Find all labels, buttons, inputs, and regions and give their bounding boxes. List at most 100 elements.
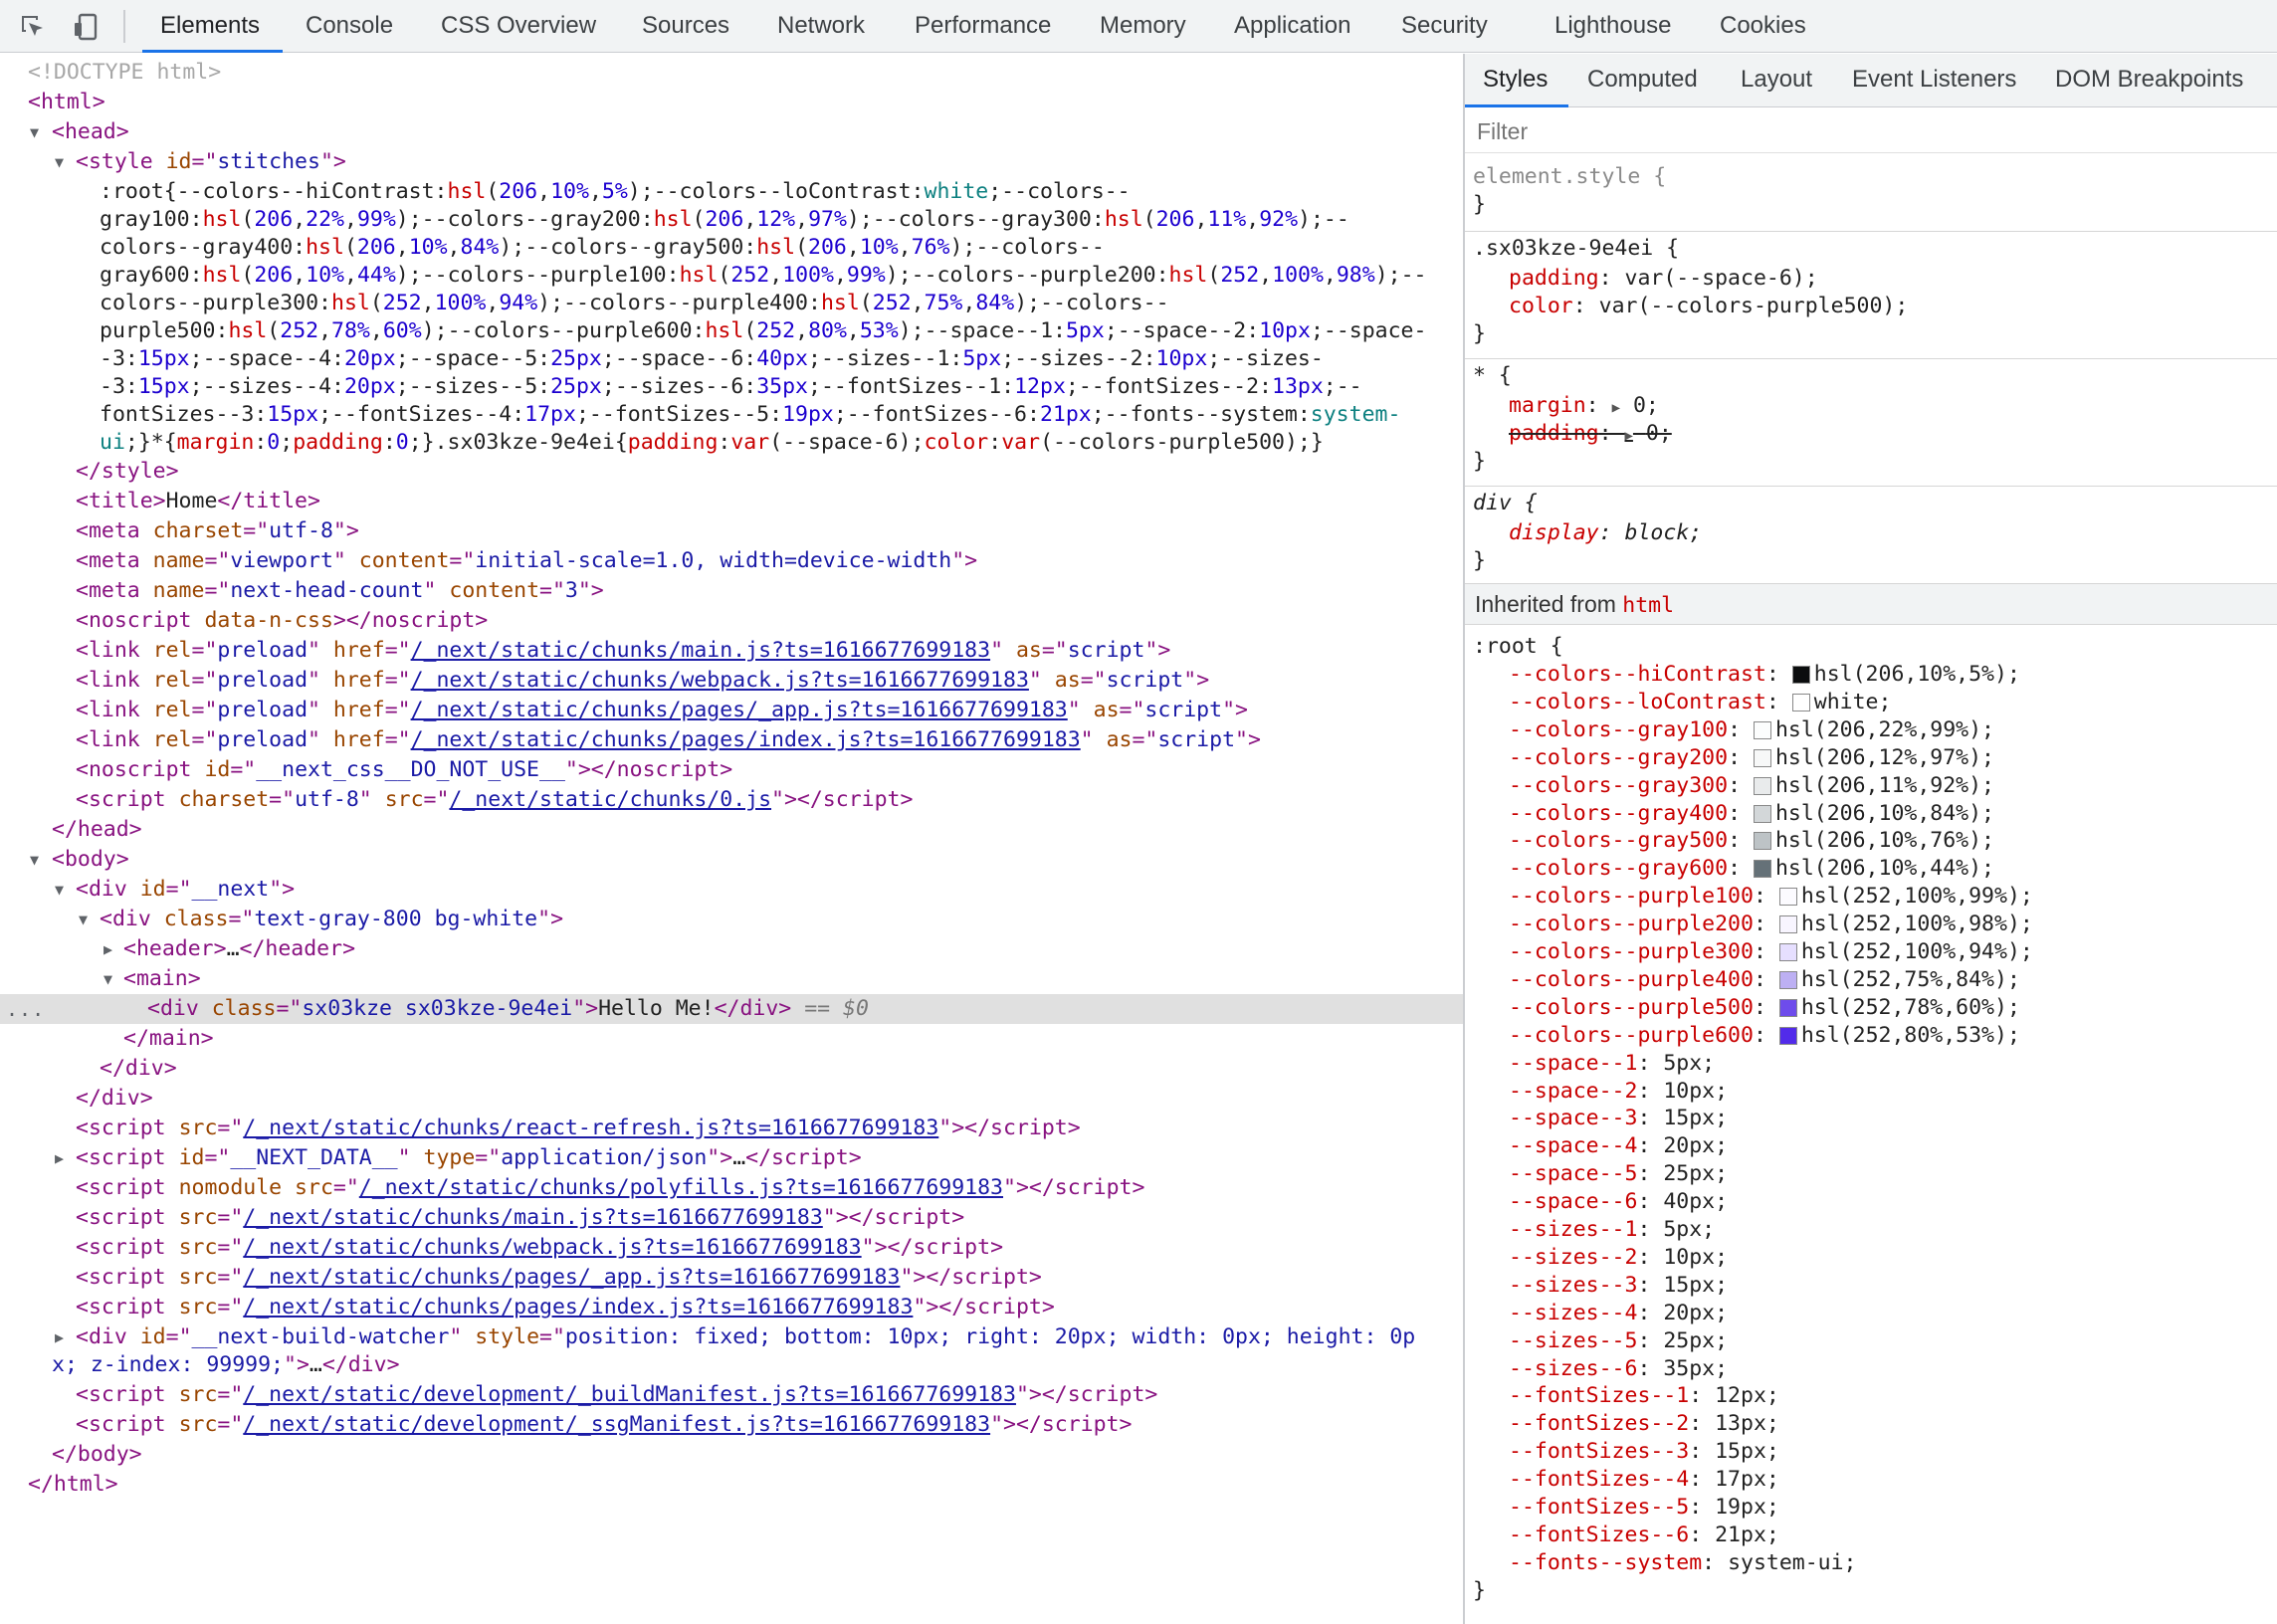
dom-line[interactable]: <link rel="preload" href="/_next/static/… (0, 666, 1463, 696)
css-variable-declaration[interactable]: --fonts--system: system-ui; (1465, 1549, 2277, 1577)
inherited-from-link[interactable]: html (1622, 593, 1674, 618)
dom-line[interactable]: <noscript id="__next_css__DO_NOT_USE__">… (0, 755, 1463, 785)
color-swatch-icon[interactable] (1753, 776, 1771, 795)
more-options-icon[interactable]: ... (6, 994, 45, 1024)
css-variable-declaration[interactable]: --colors--purple200: hsl(252,100%,98%); (1465, 911, 2277, 938)
dom-line[interactable]: <script src="/_next/static/development/_… (0, 1410, 1463, 1440)
dom-line[interactable]: <html> (0, 88, 1463, 117)
inspect-element-icon[interactable] (18, 12, 48, 42)
css-variable-declaration[interactable]: --colors--purple100: hsl(252,100%,99%); (1465, 883, 2277, 911)
link-polyfills-js[interactable]: /_next/static/chunks/polyfills.js?ts=161… (359, 1175, 1003, 1200)
expand-shorthand-icon[interactable]: ▶ (1612, 400, 1620, 416)
expand-shorthand-icon[interactable]: ▶ (1625, 428, 1633, 444)
dom-line[interactable]: <script nomodule src="/_next/static/chun… (0, 1173, 1463, 1203)
link-main-js[interactable]: /_next/static/chunks/main.js?ts=16166776… (411, 638, 990, 663)
tab-cookies[interactable]: Cookies (1720, 0, 1806, 53)
link-index-js-2[interactable]: /_next/static/chunks/pages/index.js?ts=1… (243, 1295, 913, 1320)
link-build-manifest-js[interactable]: /_next/static/development/_buildManifest… (243, 1382, 1016, 1407)
expand-triangle-icon[interactable]: ▼ (30, 845, 39, 875)
css-declaration[interactable]: display: block; (1465, 519, 2277, 547)
css-declaration-overridden[interactable]: padding: ▶ 0; (1465, 420, 2277, 448)
dom-line[interactable]: <script src="/_next/static/chunks/pages/… (0, 1263, 1463, 1293)
tab-lighthouse[interactable]: Lighthouse (1554, 0, 1671, 53)
color-swatch-icon[interactable] (1778, 943, 1797, 961)
dom-line[interactable]: ▼ <div class="text-gray-800 bg-white"> (0, 905, 1463, 934)
dom-line[interactable]: ▼ <body> (0, 845, 1463, 875)
dom-line[interactable]: </head> (0, 815, 1463, 845)
css-variable-declaration[interactable]: --fontSizes--6: 21px; (1465, 1522, 2277, 1549)
collapse-triangle-icon[interactable]: ▶ (104, 934, 112, 964)
expand-triangle-icon[interactable]: ▼ (79, 905, 88, 934)
css-variable-declaration[interactable]: --space--3: 15px; (1465, 1105, 2277, 1132)
css-variable-declaration[interactable]: --fontSizes--3: 15px; (1465, 1438, 2277, 1466)
color-swatch-icon[interactable] (1753, 860, 1771, 879)
css-variable-declaration[interactable]: --colors--gray200: hsl(206,12%,97%); (1465, 744, 2277, 772)
rule-selector[interactable]: div { (1465, 490, 2277, 517)
dom-line[interactable]: ▶ <script id="__NEXT_DATA__" type="appli… (0, 1143, 1463, 1173)
tab-computed[interactable]: Computed (1587, 54, 1698, 107)
css-variable-declaration[interactable]: --sizes--5: 25px; (1465, 1327, 2277, 1355)
dom-line[interactable]: <link rel="preload" href="/_next/static/… (0, 636, 1463, 666)
dom-line[interactable]: </body> (0, 1440, 1463, 1470)
tab-sources[interactable]: Sources (642, 0, 729, 53)
dom-line[interactable]: <link rel="preload" href="/_next/static/… (0, 725, 1463, 755)
color-swatch-icon[interactable] (1791, 693, 1810, 711)
link-app-js-2[interactable]: /_next/static/chunks/pages/_app.js?ts=16… (243, 1265, 900, 1290)
link-ssg-manifest-js[interactable]: /_next/static/development/_ssgManifest.j… (243, 1412, 990, 1437)
color-swatch-icon[interactable] (1791, 666, 1810, 684)
dom-line[interactable]: <script src="/_next/static/chunks/pages/… (0, 1293, 1463, 1322)
css-variable-declaration[interactable]: --space--6: 40px; (1465, 1188, 2277, 1216)
css-variable-declaration[interactable]: --colors--hiContrast: hsl(206,10%,5%); (1465, 661, 2277, 689)
css-variable-declaration[interactable]: --colors--purple400: hsl(252,75%,84%); (1465, 966, 2277, 994)
expand-triangle-icon[interactable]: ▼ (55, 875, 64, 905)
tab-application[interactable]: Application (1234, 0, 1350, 53)
css-variable-declaration[interactable]: --fontSizes--2: 13px; (1465, 1410, 2277, 1438)
dom-line[interactable]: <script charset="utf-8" src="/_next/stat… (0, 785, 1463, 815)
css-variable-declaration[interactable]: --colors--loContrast: white; (1465, 689, 2277, 716)
color-swatch-icon[interactable] (1753, 748, 1771, 767)
dom-line-selected[interactable]: ... <div class="sx03kze sx03kze-9e4ei">H… (0, 994, 1463, 1024)
color-swatch-icon[interactable] (1778, 998, 1797, 1017)
dom-line[interactable]: ▼ <style id="stitches"> (0, 147, 1463, 177)
dom-line[interactable]: <noscript data-n-css></noscript> (0, 606, 1463, 636)
css-variable-declaration[interactable]: --sizes--6: 35px; (1465, 1355, 2277, 1383)
css-variable-declaration[interactable]: --sizes--3: 15px; (1465, 1272, 2277, 1300)
rule-selector[interactable]: element.style { (1465, 163, 2277, 191)
dom-line[interactable]: <!DOCTYPE html> (0, 58, 1463, 88)
css-variable-declaration[interactable]: --colors--purple500: hsl(252,78%,60%); (1465, 994, 2277, 1022)
dom-line[interactable]: </main> (0, 1024, 1463, 1054)
tab-console[interactable]: Console (306, 0, 393, 53)
color-swatch-icon[interactable] (1778, 888, 1797, 907)
color-swatch-icon[interactable] (1753, 804, 1771, 823)
color-swatch-icon[interactable] (1753, 832, 1771, 851)
css-variable-declaration[interactable]: --sizes--4: 20px; (1465, 1300, 2277, 1327)
dom-line[interactable]: </style> (0, 457, 1463, 487)
color-swatch-icon[interactable] (1778, 970, 1797, 989)
css-declaration[interactable]: padding: var(--space-6); (1465, 265, 2277, 293)
css-variable-declaration[interactable]: --colors--purple300: hsl(252,100%,94%); (1465, 938, 2277, 966)
tab-layout[interactable]: Layout (1741, 54, 1812, 107)
tab-security[interactable]: Security (1401, 0, 1488, 53)
dom-line[interactable]: <meta name="next-head-count" content="3"… (0, 576, 1463, 606)
css-variable-declaration[interactable]: --space--4: 20px; (1465, 1132, 2277, 1160)
css-variable-declaration[interactable]: --colors--purple600: hsl(252,80%,53%); (1465, 1022, 2277, 1050)
css-variable-declaration[interactable]: --space--5: 25px; (1465, 1160, 2277, 1188)
device-toolbar-icon[interactable] (72, 12, 102, 42)
css-variable-declaration[interactable]: --colors--gray100: hsl(206,22%,99%); (1465, 716, 2277, 744)
css-variable-declaration[interactable]: --fontSizes--4: 17px; (1465, 1466, 2277, 1494)
css-declaration[interactable]: margin: ▶ 0; (1465, 392, 2277, 420)
link-zero-js[interactable]: /_next/static/chunks/0.js (449, 787, 771, 812)
css-variable-declaration[interactable]: --fontSizes--1: 12px; (1465, 1382, 2277, 1410)
rule-selector[interactable]: .sx03kze-9e4ei { (1465, 235, 2277, 263)
expand-triangle-icon[interactable]: ▼ (104, 964, 112, 994)
color-swatch-icon[interactable] (1778, 915, 1797, 934)
dom-line[interactable]: <script src="/_next/static/development/_… (0, 1380, 1463, 1410)
rule-selector[interactable]: :root { (1465, 633, 2277, 661)
expand-triangle-icon[interactable]: ▼ (55, 147, 64, 177)
expand-triangle-icon[interactable]: ▼ (30, 117, 39, 147)
css-variable-declaration[interactable]: --space--1: 5px; (1465, 1050, 2277, 1078)
dom-line[interactable]: ▶ <div id="__next-build-watcher" style="… (0, 1322, 1463, 1352)
css-variable-declaration[interactable]: --colors--gray400: hsl(206,10%,84%); (1465, 800, 2277, 828)
dom-line[interactable]: <meta charset="utf-8"> (0, 516, 1463, 546)
tab-event-listeners[interactable]: Event Listeners (1852, 54, 2016, 107)
